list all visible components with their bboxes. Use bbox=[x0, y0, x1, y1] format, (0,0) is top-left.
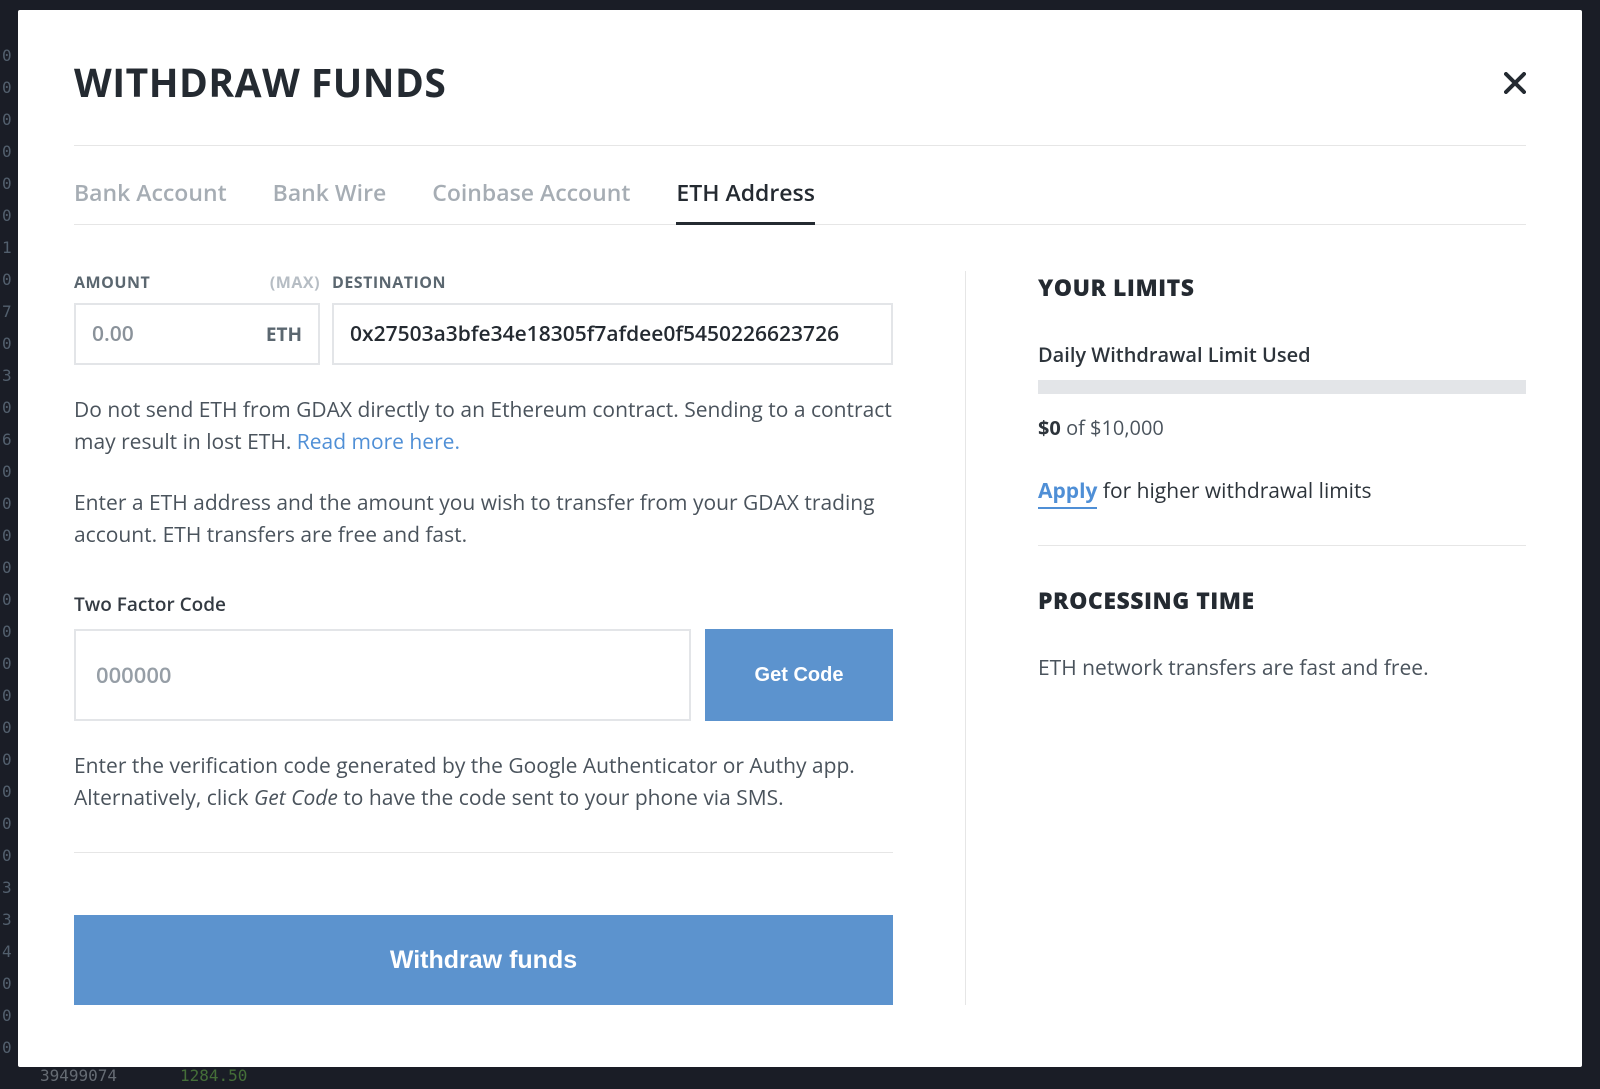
daily-limit-of: of $10,000 bbox=[1061, 414, 1164, 441]
apply-link[interactable]: Apply bbox=[1038, 477, 1097, 509]
tfa-help-italic: Get Code bbox=[254, 784, 338, 812]
instructions-text: Enter a ETH address and the amount you w… bbox=[74, 488, 893, 551]
processing-time-text: ETH network transfers are fast and free. bbox=[1038, 654, 1526, 682]
tfa-help-suffix: to have the code sent to your phone via … bbox=[338, 784, 784, 812]
amount-label: AMOUNT bbox=[74, 271, 150, 293]
limits-column: YOUR LIMITS Daily Withdrawal Limit Used … bbox=[966, 271, 1526, 1005]
amount-max-button[interactable]: (MAX) bbox=[270, 271, 320, 293]
tab-bank-wire[interactable]: Bank Wire bbox=[273, 176, 387, 225]
withdraw-form-column: AMOUNT (MAX) ETH DESTINATION bbox=[74, 271, 965, 1005]
amount-input[interactable] bbox=[92, 320, 256, 348]
read-more-link[interactable]: Read more here. bbox=[297, 428, 460, 456]
tab-coinbase-account[interactable]: Coinbase Account bbox=[432, 176, 630, 225]
two-factor-label: Two Factor Code bbox=[74, 591, 893, 617]
tab-eth-address[interactable]: ETH Address bbox=[676, 176, 815, 225]
destination-field: DESTINATION bbox=[332, 271, 893, 365]
destination-input-wrap bbox=[332, 303, 893, 365]
bg-left-numbers: 00000010703060000000000000334000 bbox=[2, 40, 12, 1064]
amount-suffix: ETH bbox=[266, 321, 302, 347]
destination-label: DESTINATION bbox=[332, 271, 446, 293]
daily-limit-used: $0 bbox=[1038, 414, 1061, 441]
bg-price: 1284.50 bbox=[180, 1066, 247, 1085]
daily-limit-label: Daily Withdrawal Limit Used bbox=[1038, 341, 1526, 368]
get-code-button[interactable]: Get Code bbox=[705, 629, 893, 721]
two-factor-input[interactable] bbox=[96, 631, 669, 719]
modal-header: WITHDRAW FUNDS bbox=[74, 56, 1526, 146]
bg-bottom-number: 39499074 bbox=[40, 1066, 117, 1085]
modal-title: WITHDRAW FUNDS bbox=[74, 56, 446, 109]
contract-warning-text: Do not send ETH from GDAX directly to an… bbox=[74, 395, 893, 458]
contract-warning-prefix: Do not send ETH from GDAX directly to an… bbox=[74, 396, 892, 456]
processing-time-title: PROCESSING TIME bbox=[1038, 584, 1526, 616]
your-limits-title: YOUR LIMITS bbox=[1038, 271, 1526, 303]
limits-divider bbox=[1038, 545, 1526, 546]
two-factor-help-text: Enter the verification code generated by… bbox=[74, 751, 893, 814]
withdraw-funds-modal: WITHDRAW FUNDS Bank Account Bank Wire Co… bbox=[18, 10, 1582, 1067]
withdraw-tabs: Bank Account Bank Wire Coinbase Account … bbox=[74, 176, 1526, 225]
daily-limit-bar bbox=[1038, 380, 1526, 394]
withdraw-funds-button[interactable]: Withdraw funds bbox=[74, 915, 893, 1005]
daily-limit-text: $0 of $10,000 bbox=[1038, 414, 1526, 441]
amount-input-wrap: ETH bbox=[74, 303, 320, 365]
tab-bank-account[interactable]: Bank Account bbox=[74, 176, 227, 225]
destination-input[interactable] bbox=[350, 320, 875, 348]
form-divider bbox=[74, 852, 893, 853]
close-icon[interactable] bbox=[1504, 62, 1526, 103]
amount-field: AMOUNT (MAX) ETH bbox=[74, 271, 320, 365]
two-factor-input-wrap bbox=[74, 629, 691, 721]
apply-suffix: for higher withdrawal limits bbox=[1097, 477, 1371, 505]
apply-higher-limits: Apply for higher withdrawal limits bbox=[1038, 477, 1526, 505]
